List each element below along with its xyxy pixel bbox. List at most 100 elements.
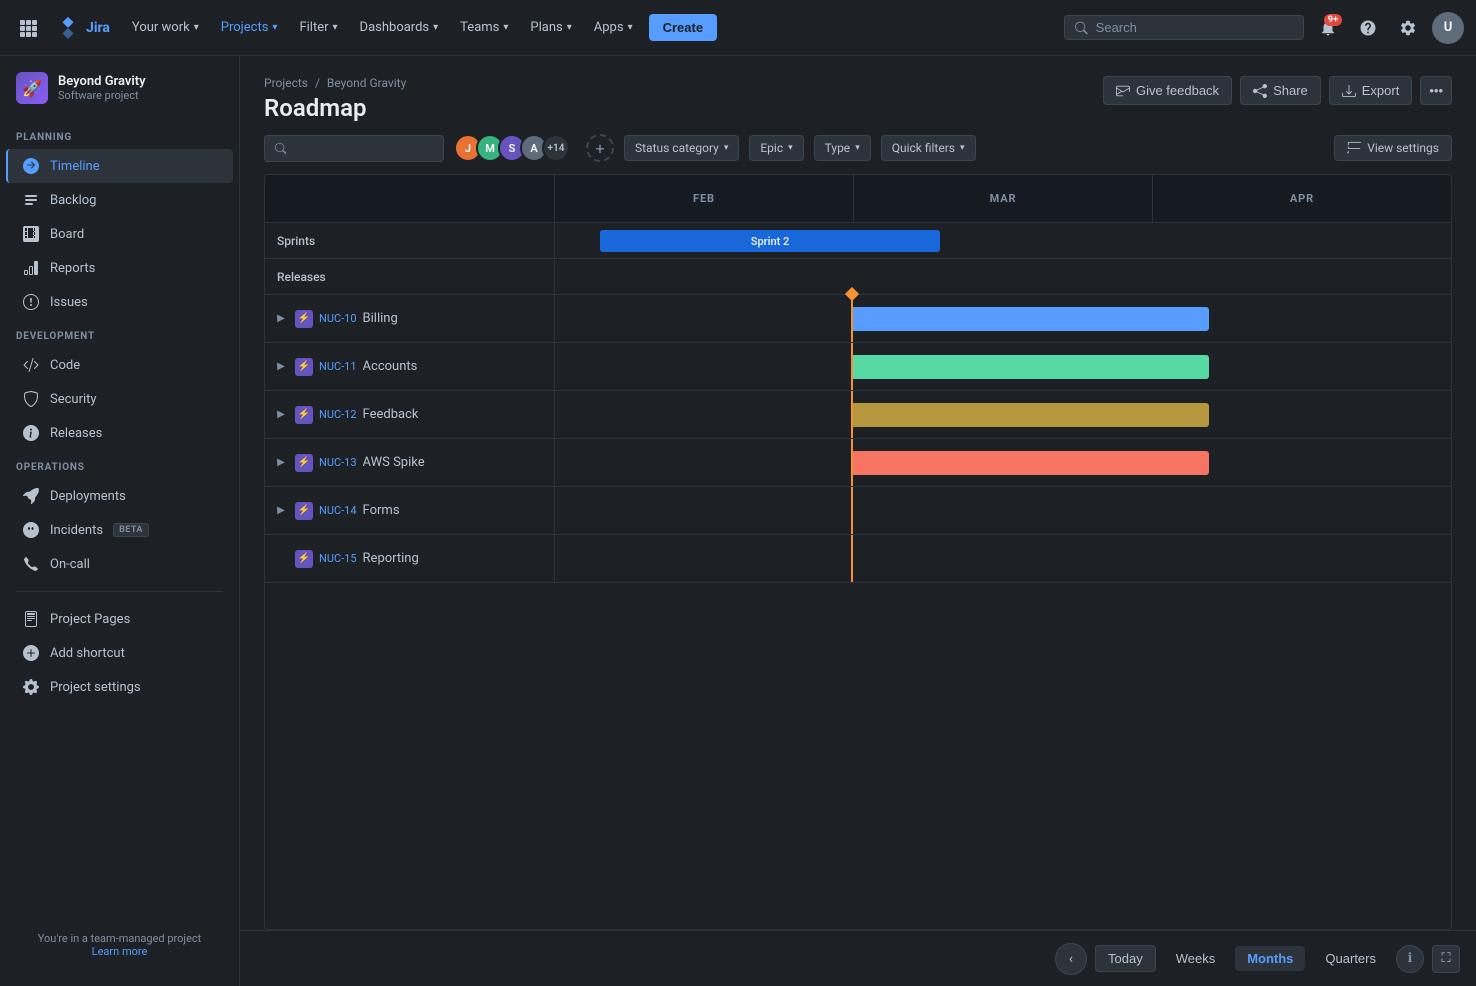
sidebar-item-issues[interactable]: Issues	[6, 285, 233, 319]
today-line-nuc11	[851, 343, 853, 390]
sidebar-item-backlog[interactable]: Backlog	[6, 183, 233, 217]
sidebar-item-timeline[interactable]: Timeline	[6, 149, 233, 183]
sidebar-item-code[interactable]: Code	[6, 348, 233, 382]
user-avatar[interactable]: U	[1432, 12, 1464, 44]
sidebar-item-security[interactable]: Security	[6, 382, 233, 416]
today-button[interactable]: Today	[1095, 945, 1156, 972]
expand-nuc10[interactable]: ▶	[273, 311, 289, 327]
project-pages-icon	[22, 610, 40, 628]
sidebar-item-project-pages[interactable]: Project Pages	[6, 602, 233, 636]
create-button[interactable]: Create	[649, 14, 717, 41]
epic-row-nuc15: ▶ ⚡ NUC-15 Reporting	[265, 535, 1451, 583]
share-button[interactable]: Share	[1240, 76, 1321, 105]
sidebar-item-project-settings[interactable]: Project settings	[6, 670, 233, 704]
today-line-nuc13	[851, 439, 853, 486]
weeks-button[interactable]: Weeks	[1164, 946, 1228, 971]
chevron-down-icon: ▾	[960, 143, 965, 153]
fullscreen-button[interactable]: ⛶	[1432, 945, 1460, 973]
add-assignee-button[interactable]: +	[586, 134, 614, 162]
roadmap-search-input[interactable]	[294, 141, 433, 156]
sidebar-item-board[interactable]: Board	[6, 217, 233, 251]
chevron-down-icon: ▾	[628, 22, 633, 33]
month-apr: APR	[1153, 175, 1451, 222]
give-feedback-button[interactable]: Give feedback	[1103, 76, 1232, 105]
epic-name-nuc12: Feedback	[363, 407, 419, 422]
project-settings-icon	[22, 678, 40, 696]
sprint-bar[interactable]: Sprint 2	[600, 230, 940, 252]
grid-header: FEB MAR APR	[265, 175, 1451, 223]
avatar-count[interactable]: +14	[542, 134, 570, 162]
info-button[interactable]: ℹ	[1396, 945, 1424, 973]
on-call-icon	[22, 555, 40, 573]
roadmap-grid: FEB MAR APR Sprints	[265, 175, 1451, 929]
give-feedback-label: Give feedback	[1136, 83, 1219, 98]
help-button[interactable]	[1352, 12, 1384, 44]
sprints-left-label: Sprints	[265, 223, 555, 258]
sidebar-item-deployments[interactable]: Deployments	[6, 479, 233, 513]
footer-link[interactable]: Learn more	[92, 945, 148, 958]
search-input[interactable]	[1096, 20, 1293, 35]
epic-filter[interactable]: Epic ▾	[749, 135, 803, 161]
development-label: DEVELOPMENT	[0, 319, 239, 348]
releases-icon	[22, 424, 40, 442]
epic-label: Epic	[760, 141, 783, 155]
epic-bar-nuc11[interactable]	[851, 355, 1209, 379]
epic-icon-nuc10: ⚡	[295, 310, 313, 328]
epic-id-nuc12: NUC-12	[319, 408, 357, 421]
epic-icon-nuc15: ⚡	[295, 550, 313, 568]
jira-logo[interactable]: Jira	[56, 16, 110, 40]
feedback-icon	[1116, 84, 1130, 98]
security-icon	[22, 390, 40, 408]
nav-teams[interactable]: Teams ▾	[450, 14, 518, 41]
expand-nuc11[interactable]: ▶	[273, 359, 289, 375]
search-box[interactable]	[1064, 15, 1304, 40]
prev-button[interactable]: ‹	[1055, 943, 1087, 975]
epic-id-nuc11: NUC-11	[319, 360, 357, 373]
sidebar-item-add-shortcut[interactable]: Add shortcut	[6, 636, 233, 670]
epic-bar-nuc10[interactable]	[851, 307, 1209, 331]
type-filter[interactable]: Type ▾	[814, 135, 871, 161]
breadcrumb-projects[interactable]: Projects	[264, 76, 308, 90]
months-button[interactable]: Months	[1235, 946, 1305, 971]
project-header: 🚀 Beyond Gravity Software project	[0, 72, 239, 120]
grid-menu-icon[interactable]	[12, 12, 44, 44]
sidebar-item-label-timeline: Timeline	[50, 159, 100, 174]
epic-name-nuc15: Reporting	[363, 551, 419, 566]
nav-items: Your work ▾ Projects ▾ Filter ▾ Dashboar…	[122, 14, 1060, 41]
epic-row-nuc14: ▶ ⚡ NUC-14 Forms	[265, 487, 1451, 535]
sidebar-item-label-backlog: Backlog	[50, 193, 96, 208]
more-options-button[interactable]: •••	[1420, 76, 1452, 105]
header-actions: Give feedback Share Export •••	[1103, 76, 1452, 105]
expand-nuc13[interactable]: ▶	[273, 455, 289, 471]
roadmap-container: FEB MAR APR Sprints	[264, 174, 1452, 930]
timeline-icon	[22, 157, 40, 175]
nav-projects[interactable]: Projects ▾	[211, 14, 288, 41]
epic-bar-nuc12[interactable]	[851, 403, 1209, 427]
view-settings-button[interactable]: View settings	[1334, 135, 1452, 161]
expand-nuc12[interactable]: ▶	[273, 407, 289, 423]
sidebar-item-releases[interactable]: Releases	[6, 416, 233, 450]
sidebar-item-reports[interactable]: Reports	[6, 251, 233, 285]
epic-name-nuc11: Accounts	[363, 359, 418, 374]
nav-plans[interactable]: Plans ▾	[520, 14, 581, 41]
nav-dashboards[interactable]: Dashboards ▾	[350, 14, 449, 41]
expand-nuc14[interactable]: ▶	[273, 503, 289, 519]
chevron-down-icon: ▾	[855, 143, 860, 153]
nav-your-work[interactable]: Your work ▾	[122, 14, 209, 41]
sidebar-item-on-call[interactable]: On-call	[6, 547, 233, 581]
quarters-button[interactable]: Quarters	[1313, 946, 1388, 971]
status-category-filter[interactable]: Status category ▾	[624, 135, 739, 161]
project-type: Software project	[58, 89, 146, 102]
epic-bar-nuc13[interactable]	[851, 451, 1209, 475]
breadcrumb-project[interactable]: Beyond Gravity	[327, 76, 406, 90]
notification-badge: 9+	[1324, 14, 1342, 26]
export-button[interactable]: Export	[1329, 76, 1413, 105]
settings-button[interactable]	[1392, 12, 1424, 44]
quick-filters-filter[interactable]: Quick filters ▾	[881, 135, 976, 161]
roadmap-search-field[interactable]	[264, 135, 444, 162]
sidebar-item-incidents[interactable]: Incidents BETA	[6, 513, 233, 547]
nav-apps[interactable]: Apps ▾	[584, 14, 643, 41]
month-feb: FEB	[555, 175, 854, 222]
notifications-button[interactable]: 9+	[1312, 12, 1344, 44]
nav-filter[interactable]: Filter ▾	[289, 14, 347, 41]
